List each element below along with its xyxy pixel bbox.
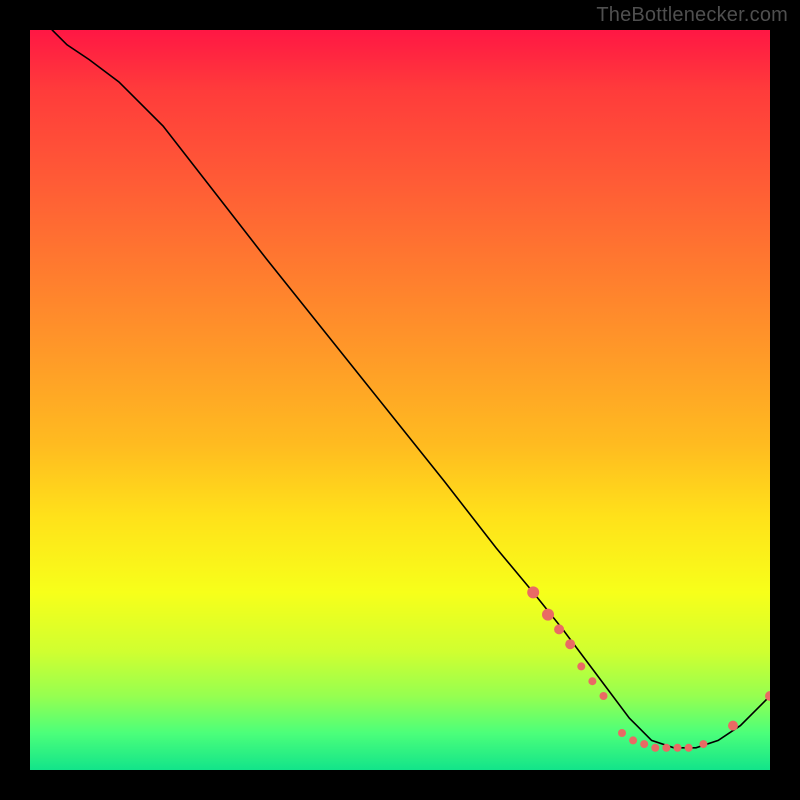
data-marker — [542, 609, 554, 621]
plot-area — [30, 30, 770, 770]
curve-line — [52, 30, 770, 748]
data-marker — [618, 729, 626, 737]
data-marker — [600, 692, 608, 700]
data-marker — [662, 744, 670, 752]
data-marker — [674, 744, 682, 752]
data-marker — [554, 624, 564, 634]
data-marker — [527, 586, 539, 598]
chart-svg — [30, 30, 770, 770]
data-marker — [629, 736, 637, 744]
data-marker — [699, 740, 707, 748]
data-marker — [728, 721, 738, 731]
source-label: TheBottlenecker.com — [596, 4, 788, 27]
data-markers — [527, 586, 770, 751]
data-marker — [565, 639, 575, 649]
data-marker — [685, 744, 693, 752]
data-marker — [588, 677, 596, 685]
chart-stage: TheBottlenecker.com — [0, 0, 800, 800]
data-marker — [640, 740, 648, 748]
data-marker — [651, 744, 659, 752]
data-marker — [577, 662, 585, 670]
